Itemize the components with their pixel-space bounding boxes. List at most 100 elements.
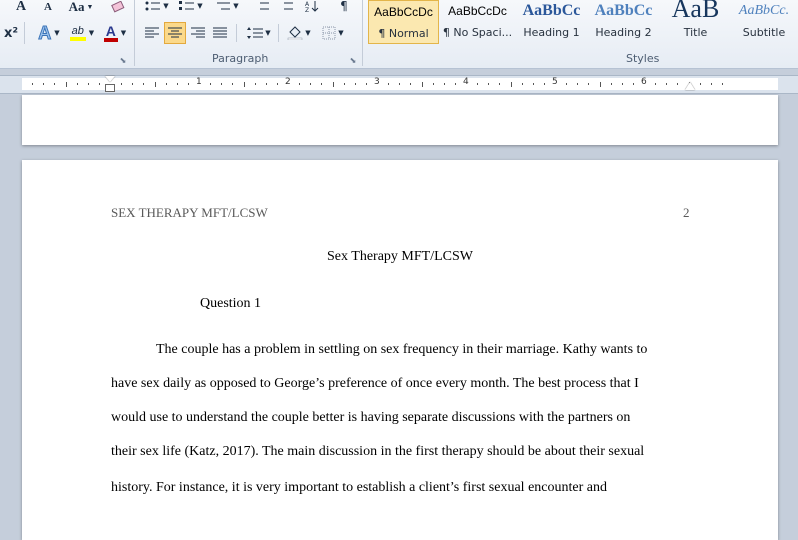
change-case-label: Aa — [68, 0, 85, 14]
superscript-button[interactable]: x² — [2, 24, 20, 42]
align-left-button[interactable] — [142, 23, 162, 43]
text-effects-icon: A — [38, 22, 52, 43]
ruler-tick — [121, 83, 122, 85]
justify-button[interactable] — [210, 23, 230, 43]
style-heading-2[interactable]: AaBbCc Heading 2 — [588, 0, 659, 44]
numbered-list-icon — [179, 1, 195, 10]
ruler-tick — [310, 83, 311, 85]
ruler-tick — [433, 83, 434, 85]
ruler-number: 4 — [463, 77, 469, 87]
style-sample: AaBbCc. — [738, 3, 790, 18]
ruler-tick — [32, 83, 33, 85]
chevron-down-icon: ▼ — [305, 29, 311, 37]
paragraph-dialog-launcher[interactable]: ⬊ — [348, 55, 358, 65]
ruler-tick — [344, 83, 345, 85]
ruler-tick — [132, 83, 133, 85]
ruler-tick — [711, 83, 712, 85]
ruler-tick — [244, 81, 245, 87]
borders-button[interactable]: ▼ — [318, 23, 348, 43]
style-title[interactable]: AaB Title — [660, 0, 731, 44]
ruler-tick — [422, 81, 423, 87]
horizontal-ruler[interactable]: 1 2 3 4 5 6 — [0, 75, 798, 94]
ruler-tick — [355, 83, 356, 85]
ruler-tick — [66, 81, 67, 87]
sort-button[interactable]: AZ — [302, 0, 322, 12]
grow-font-button[interactable]: A — [10, 0, 32, 14]
ruler-tick — [366, 83, 367, 85]
align-right-icon — [191, 27, 205, 38]
ruler-tick — [544, 83, 545, 85]
text-effects-button[interactable]: A ▼ — [32, 22, 66, 44]
highlight-button[interactable]: ab ▼ — [66, 22, 98, 44]
multilevel-list-icon — [217, 2, 231, 10]
ruler-tick — [499, 83, 500, 85]
ruler-tick — [88, 83, 89, 85]
align-right-button[interactable] — [188, 23, 208, 43]
style-name: Heading 1 — [523, 26, 580, 39]
chevron-down-icon: ▼ — [86, 3, 94, 11]
separator — [24, 22, 25, 44]
ruler-tick — [277, 83, 278, 85]
ruler-tick — [388, 83, 389, 85]
page-title: Sex Therapy MFT/LCSW — [327, 249, 473, 264]
hanging-indent-marker[interactable] — [105, 84, 115, 92]
ruler-tick — [577, 83, 578, 85]
group-separator — [362, 0, 363, 66]
ruler-tick — [221, 83, 222, 85]
style-normal[interactable]: AaBbCcDc ¶ Normal — [368, 0, 439, 44]
ruler-number: 1 — [196, 77, 202, 87]
chevron-down-icon: ▼ — [233, 2, 239, 10]
styles-gallery: AaBbCcDc ¶ Normal AaBbCcDc ¶ No Spaci...… — [366, 0, 798, 44]
decrease-indent-button[interactable] — [252, 0, 272, 12]
ruler-tick — [655, 83, 656, 85]
clear-formatting-button[interactable] — [108, 0, 128, 14]
style-subtitle[interactable]: AaBbCc. Subtitle — [730, 0, 798, 44]
highlight-label: ab — [71, 25, 84, 37]
ruler-tick — [166, 83, 167, 85]
bullet-list-icon — [145, 1, 161, 11]
font-dialog-launcher[interactable]: ⬊ — [118, 55, 128, 65]
style-no-spacing[interactable]: AaBbCcDc ¶ No Spaci... — [442, 0, 513, 44]
ruler-track — [22, 78, 778, 90]
right-indent-marker[interactable] — [685, 82, 695, 90]
shrink-font-button[interactable]: A — [38, 0, 58, 14]
numbering-button[interactable]: ▼ — [176, 0, 206, 12]
bullets-button[interactable]: ▼ — [142, 0, 172, 12]
increase-indent-button[interactable] — [276, 0, 296, 12]
font-color-button[interactable]: A ▼ — [100, 22, 130, 44]
ruler-tick — [588, 83, 589, 85]
highlight-color-bar — [69, 37, 86, 41]
ruler-tick — [410, 83, 411, 85]
ruler-tick — [77, 83, 78, 85]
shading-button[interactable]: ▼ — [284, 23, 314, 43]
ruler-tick — [155, 81, 156, 87]
style-sample: AaB — [671, 0, 720, 23]
ruler-tick — [488, 83, 489, 85]
paint-bucket-icon — [288, 26, 303, 40]
body-line: history. For instance, it is very import… — [111, 480, 607, 495]
style-heading-1[interactable]: AaBbCc Heading 1 — [516, 0, 587, 44]
ruler-tick — [43, 83, 44, 85]
group-separator — [134, 0, 135, 66]
first-line-indent-marker[interactable] — [105, 76, 115, 82]
ruler-number: 5 — [552, 77, 558, 87]
align-center-button[interactable] — [164, 22, 186, 44]
body-line: would use to understand the couple bette… — [111, 410, 631, 425]
ruler-tick — [611, 83, 612, 85]
ruler-tick — [333, 81, 334, 87]
show-formatting-button[interactable]: ¶ — [334, 0, 354, 13]
document-page[interactable]: SEX THERAPY MFT/LCSW 2 Sex Therapy MFT/L… — [22, 160, 778, 540]
ruler-tick — [522, 83, 523, 85]
ruler-tick — [255, 83, 256, 85]
ruler-tick — [143, 83, 144, 85]
ruler-tick — [177, 83, 178, 85]
change-case-button[interactable]: Aa ▼ — [66, 0, 96, 14]
ruler-tick — [533, 83, 534, 85]
ruler-tick — [399, 83, 400, 85]
multilevel-list-button[interactable]: ▼ — [212, 0, 242, 12]
ruler-tick — [232, 83, 233, 85]
align-left-icon — [145, 27, 159, 38]
line-spacing-button[interactable]: ▼ — [244, 23, 274, 43]
ruler-tick — [188, 83, 189, 85]
separator — [236, 24, 237, 42]
